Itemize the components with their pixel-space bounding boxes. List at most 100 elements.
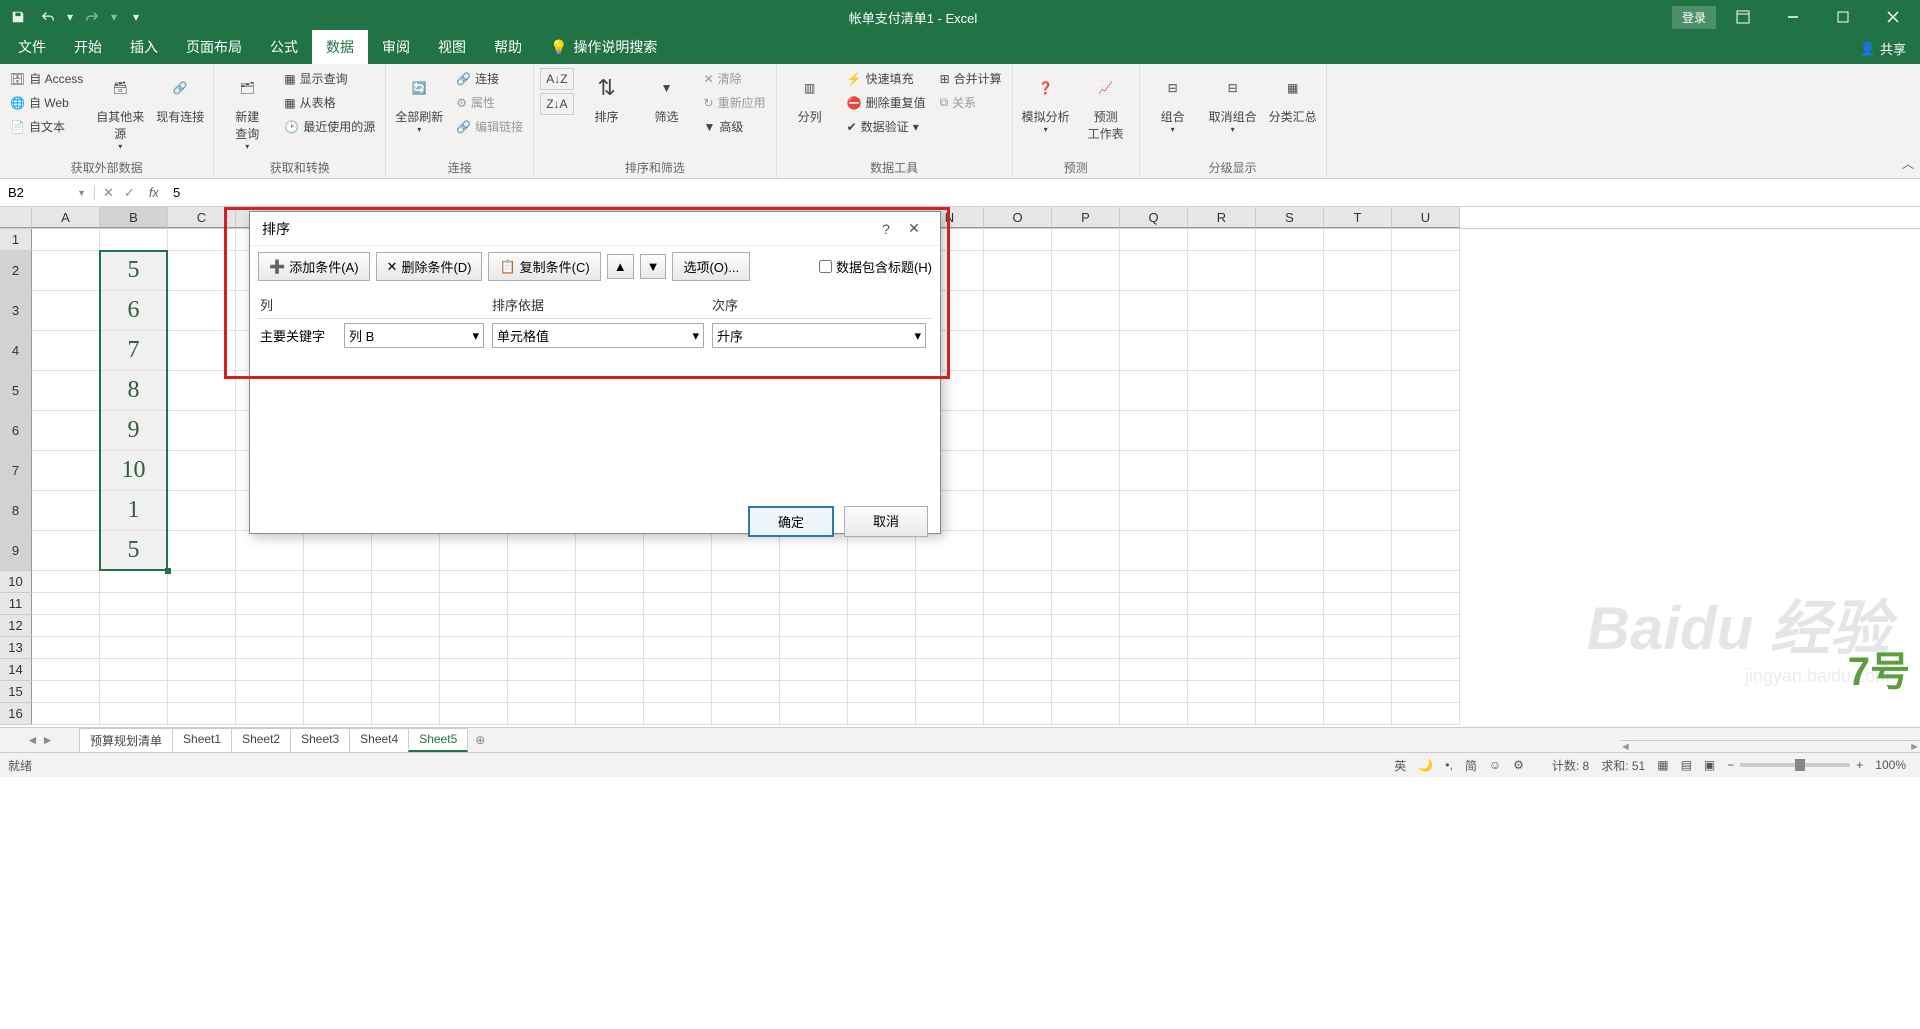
cell[interactable] [780,659,848,681]
cell[interactable] [1392,229,1460,251]
cell[interactable] [372,615,440,637]
cell[interactable] [1256,659,1324,681]
cell[interactable] [1324,615,1392,637]
tab-review[interactable]: 审阅 [368,30,424,64]
cell[interactable] [440,571,508,593]
cell[interactable] [984,451,1052,491]
tab-file[interactable]: 文件 [4,30,60,64]
cancel-button[interactable]: 取消 [844,506,928,537]
cell[interactable] [1392,491,1460,531]
ime-moon-icon[interactable]: 🌙 [1412,758,1439,772]
cell[interactable] [916,615,984,637]
col-header[interactable]: O [984,207,1052,228]
filter-button[interactable]: ▼筛选 [640,68,694,129]
cell[interactable] [304,681,372,703]
cell[interactable] [1392,659,1460,681]
cell[interactable] [440,659,508,681]
qat-customize-icon[interactable]: ▾ [122,3,150,31]
cell[interactable] [100,637,168,659]
cell[interactable] [1256,229,1324,251]
cell[interactable] [1188,681,1256,703]
cell[interactable] [32,637,100,659]
tab-layout[interactable]: 页面布局 [172,30,256,64]
cell[interactable] [1052,451,1120,491]
cancel-formula-icon[interactable]: ✕ [103,185,114,201]
cell[interactable] [1256,571,1324,593]
cell[interactable] [1188,331,1256,371]
sort-az-button[interactable]: A↓Z [540,68,573,90]
cell[interactable] [1256,371,1324,411]
cell[interactable] [32,615,100,637]
cell[interactable] [372,637,440,659]
cell[interactable] [1324,659,1392,681]
ime-settings-icon[interactable]: ⚙ [1507,758,1530,772]
sheet-tab[interactable]: Sheet4 [349,728,409,752]
cell[interactable] [1052,615,1120,637]
cell[interactable] [1324,411,1392,451]
row-header[interactable]: 11 [0,593,32,615]
cell[interactable] [168,251,236,291]
cell[interactable] [1256,637,1324,659]
from-web-button[interactable]: 🌐 自 Web [6,92,87,113]
cell[interactable] [848,615,916,637]
cell[interactable] [984,371,1052,411]
cell[interactable] [1324,703,1392,725]
cell[interactable] [508,571,576,593]
cell[interactable] [576,571,644,593]
row-header[interactable]: 16 [0,703,32,725]
cell[interactable] [984,251,1052,291]
cell[interactable] [304,659,372,681]
sort-column-select[interactable]: 列 B▾ [344,323,484,348]
cell[interactable] [848,593,916,615]
ribbon-options-icon[interactable] [1720,0,1766,34]
cell[interactable] [236,703,304,725]
cell[interactable] [848,681,916,703]
dialog-help-icon[interactable]: ? [872,221,900,237]
copy-level-button[interactable]: 📋 复制条件(C) [488,252,600,281]
move-down-button[interactable]: ▼ [640,254,667,279]
cell[interactable] [168,531,236,571]
view-pagebreak-icon[interactable]: ▣ [1698,758,1721,772]
cell[interactable] [168,593,236,615]
consolidate-button[interactable]: ⊞ 合并计算 [936,68,1006,89]
cell[interactable] [1392,637,1460,659]
cell[interactable] [1324,593,1392,615]
cell[interactable] [168,291,236,331]
recent-sources-button[interactable]: 🕑 最近使用的源 [280,116,379,137]
cell[interactable] [168,229,236,251]
col-header[interactable]: B [100,207,168,228]
delete-level-button[interactable]: ✕ 删除条件(D) [376,252,483,281]
cell[interactable] [984,593,1052,615]
ime-simp[interactable]: 简 [1459,757,1483,774]
cell[interactable] [576,593,644,615]
from-text-button[interactable]: 📄 自文本 [6,116,87,137]
cell[interactable] [32,251,100,291]
advanced-filter-button[interactable]: ▼ 高级 [700,116,770,137]
qat-redo-dropdown[interactable]: ▾ [108,3,120,31]
cell[interactable] [712,571,780,593]
cell[interactable] [304,571,372,593]
cell[interactable] [1120,251,1188,291]
cell[interactable] [1120,637,1188,659]
zoom-slider[interactable] [1740,763,1850,767]
col-header[interactable]: S [1256,207,1324,228]
qat-undo-dropdown[interactable]: ▾ [64,3,76,31]
cell[interactable] [1188,659,1256,681]
cell[interactable] [372,571,440,593]
redo-icon[interactable] [78,3,106,31]
cell[interactable] [712,681,780,703]
share-button[interactable]: 👤 共享 [1846,33,1920,64]
row-header[interactable]: 10 [0,571,32,593]
cell[interactable] [1256,531,1324,571]
cell[interactable] [1120,411,1188,451]
cell[interactable] [984,703,1052,725]
cell[interactable] [440,615,508,637]
cell[interactable] [32,411,100,451]
row-header[interactable]: 12 [0,615,32,637]
cell[interactable] [984,411,1052,451]
cell[interactable] [984,571,1052,593]
col-header[interactable]: R [1188,207,1256,228]
row-header[interactable]: 7 [0,451,32,491]
cell[interactable] [168,615,236,637]
cell[interactable] [1120,571,1188,593]
